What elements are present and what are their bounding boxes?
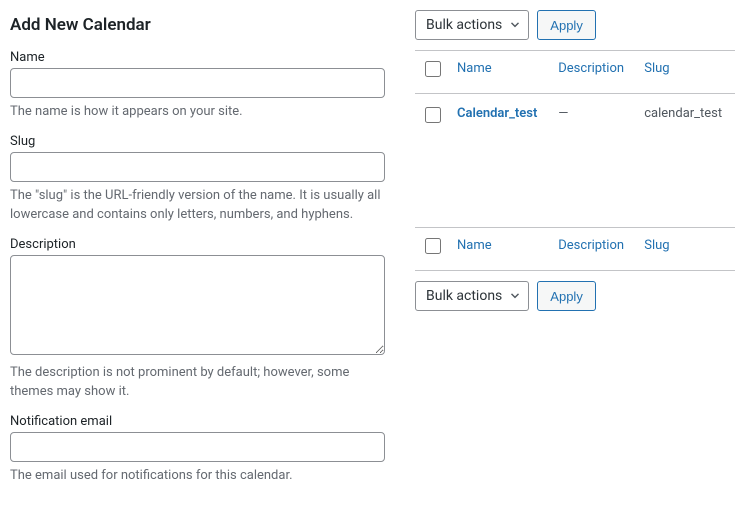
calendars-table: Name Description Slug Calendar_test — ca… [415, 50, 735, 271]
row-description: — [558, 106, 568, 121]
apply-button-top[interactable]: Apply [537, 10, 596, 40]
name-label: Name [10, 50, 385, 65]
column-header-slug[interactable]: Slug [644, 61, 669, 76]
column-footer-description[interactable]: Description [558, 238, 624, 253]
chevron-down-icon [508, 18, 522, 32]
select-all-bottom-checkbox[interactable] [425, 238, 441, 254]
notification-email-input[interactable] [10, 432, 385, 462]
slug-label: Slug [10, 134, 385, 149]
row-name-link[interactable]: Calendar_test [457, 106, 537, 121]
apply-button-bottom[interactable]: Apply [537, 281, 596, 311]
notification-email-label: Notification email [10, 414, 385, 429]
name-input[interactable] [10, 68, 385, 98]
row-slug: calendar_test [644, 106, 722, 121]
column-header-description[interactable]: Description [558, 61, 624, 76]
bulk-actions-select-top[interactable]: Bulk actions [415, 10, 529, 40]
slug-help: The "slug" is the URL-friendly version o… [10, 186, 385, 225]
column-footer-name[interactable]: Name [457, 238, 492, 253]
name-help: The name is how it appears on your site. [10, 102, 385, 122]
description-textarea[interactable] [10, 255, 385, 355]
add-new-calendar-heading: Add New Calendar [10, 15, 385, 35]
bulk-actions-label-bottom: Bulk actions [426, 288, 502, 304]
bulk-actions-label: Bulk actions [426, 17, 502, 33]
chevron-down-icon [508, 289, 522, 303]
description-help: The description is not prominent by defa… [10, 363, 385, 402]
table-row: Calendar_test — calendar_test [415, 94, 735, 228]
description-label: Description [10, 237, 385, 252]
row-checkbox[interactable] [425, 107, 441, 123]
bulk-actions-select-bottom[interactable]: Bulk actions [415, 281, 529, 311]
column-footer-slug[interactable]: Slug [644, 238, 669, 253]
column-header-name[interactable]: Name [457, 61, 492, 76]
slug-input[interactable] [10, 152, 385, 182]
notification-email-help: The email used for notifications for thi… [10, 466, 385, 486]
select-all-top-checkbox[interactable] [425, 61, 441, 77]
